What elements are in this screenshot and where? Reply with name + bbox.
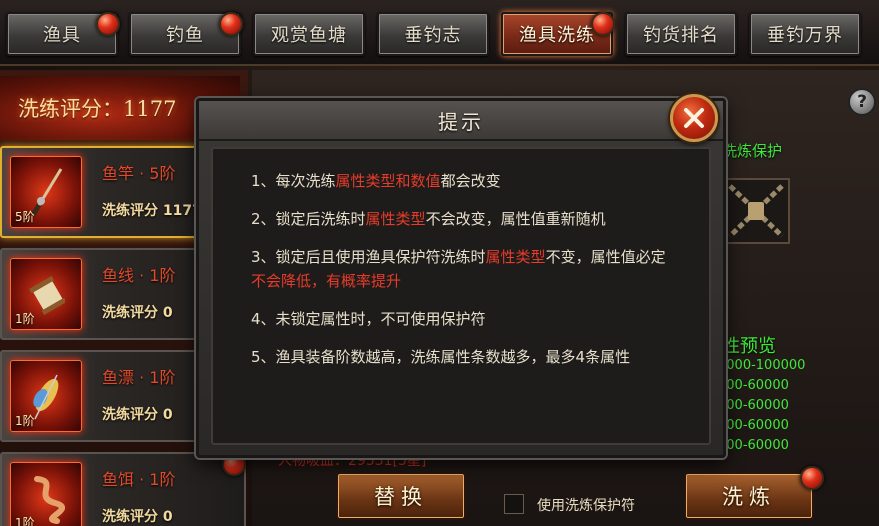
close-icon — [684, 108, 704, 128]
rule-highlight: 属性类型和数值 — [335, 172, 441, 190]
rule-text: 1、每次洗练 — [251, 172, 336, 190]
rule-highlight: 不会降低，有概率提升 — [251, 272, 402, 290]
tip-dialog: 提示 1、每次洗练属性类型和数值都会改变 2、锁定后洗练时属性类型不会改变，属性… — [196, 98, 726, 458]
rule-item: 4、未锁定属性时，不可使用保护符 — [251, 307, 671, 331]
rule-text: 4、未锁定属性时，不可使用保护符 — [251, 310, 486, 328]
rule-text: 不会改变，属性值重新随机 — [425, 210, 606, 228]
rule-item: 5、渔具装备阶数越高，洗练属性条数越多，最多4条属性 — [251, 345, 671, 369]
dialog-body: 1、每次洗练属性类型和数值都会改变 2、锁定后洗练时属性类型不会改变，属性值重新… — [211, 147, 711, 445]
dialog-header: 提示 — [199, 101, 723, 141]
rule-text: 3、锁定后且使用渔具保护符洗练时 — [251, 248, 486, 266]
rule-item: 3、锁定后且使用渔具保护符洗练时属性类型不变，属性值必定不会降低，有概率提升 — [251, 245, 671, 293]
dialog-title: 提示 — [438, 109, 484, 134]
rule-text: 都会改变 — [440, 172, 501, 190]
rule-item: 1、每次洗练属性类型和数值都会改变 — [251, 169, 671, 193]
rule-text: 2、锁定后洗练时 — [251, 210, 366, 228]
rule-item: 2、锁定后洗练时属性类型不会改变，属性值重新随机 — [251, 207, 671, 231]
rule-highlight: 属性类型 — [365, 210, 426, 228]
rule-highlight: 属性类型 — [485, 248, 546, 266]
rule-text: 不变，属性值必定 — [545, 248, 666, 266]
close-button[interactable] — [670, 94, 718, 142]
rule-text: 5、渔具装备阶数越高，洗练属性条数越多，最多4条属性 — [251, 348, 631, 366]
